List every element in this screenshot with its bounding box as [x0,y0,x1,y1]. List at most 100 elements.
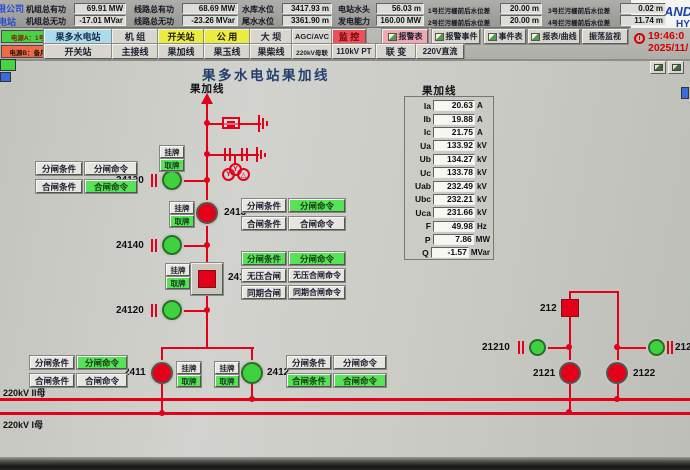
novolt-close-condition-241[interactable]: 无压合闸 [242,269,286,282]
tab-switchyard[interactable]: 开关站 [158,29,204,44]
disconnector-2122[interactable] [606,362,628,384]
ground-icon [256,147,258,162]
disconnector-21210[interactable] [529,339,546,356]
tag-off-button-2411[interactable]: 取牌 [177,375,201,387]
tab-interconnect-transformer[interactable]: 联 变 [376,44,416,59]
stat-label-line-p: 线路总有功 [134,4,174,15]
split-line [161,347,254,349]
open-condition-24130[interactable]: 分闸条件 [36,162,82,175]
tab-station-home[interactable]: 果多水电站 [44,29,112,44]
device-label-21210: 21210 [482,342,510,353]
button-oscillation-monitor[interactable]: 振荡监视 [582,29,628,44]
device-label-24140: 24140 [116,240,144,251]
stat-value-trashrack1: 20.00m [500,3,542,14]
tab-common[interactable]: 公 用 [204,29,250,44]
stat-label-trashrack4: 4号拦污栅前后水位差 [548,17,610,27]
close-command-2412[interactable]: 合闸命令 [334,374,386,387]
tab-guochai-line[interactable]: 果柴线 [250,44,292,59]
measurement-row: Ia20.63A [405,99,493,112]
open-command-2412[interactable]: 分闸命令 [334,356,386,369]
tab-monitor[interactable]: 监 控 [332,29,366,44]
junction-dot [566,409,572,415]
tab-units[interactable]: 机 组 [112,29,158,44]
line-2411-upper [161,349,163,363]
tab-dam[interactable]: 大 坝 [250,29,292,44]
left-edge-button-blue[interactable] [0,72,11,82]
measurement-field: 232.49 [433,181,475,192]
tab-110kv-pt[interactable]: 110kV PT [332,44,376,59]
close-condition-2412[interactable]: 合闸条件 [287,374,331,387]
quick-tool-2-icon [672,64,681,71]
breaker-241[interactable] [198,270,216,288]
open-condition-2412[interactable]: 分闸条件 [287,356,331,369]
measurement-field: 20.63 [433,100,475,111]
open-condition-2411[interactable]: 分闸条件 [30,356,74,369]
disconnector-24120[interactable] [162,300,182,320]
measurement-field: 21.75 [433,127,475,138]
stat-value-tailwater: 3361.90m [282,15,332,26]
terminal-icon [155,239,157,252]
breaker-212[interactable] [561,299,579,317]
measurement-row: F49.98Hz [405,220,493,233]
tab-220v-dc[interactable]: 220V直流 [416,44,464,59]
close-command-2413[interactable]: 合闸命令 [289,217,345,230]
terminal-icon [518,341,520,354]
open-command-2411[interactable]: 分闸命令 [77,356,127,369]
left-edge-button-green[interactable] [0,59,16,71]
novolt-close-command-241[interactable]: 无压合闸命令 [289,269,345,282]
tag-off-button-241[interactable]: 取牌 [166,277,190,289]
tag-on-button-2413[interactable]: 挂牌 [170,202,194,214]
right-edge-scroll-button[interactable] [681,87,689,99]
sync-close-condition-241[interactable]: 同期合闸 [242,286,286,299]
tab-agc-avc[interactable]: AGC/AVC [292,29,332,44]
disconnector-2412[interactable] [241,362,263,384]
tag-on-button-24130[interactable]: 挂牌 [160,146,184,158]
open-condition-241[interactable]: 分闸条件 [242,252,286,265]
close-condition-2413[interactable]: 合闸条件 [242,217,286,230]
open-condition-2413[interactable]: 分闸条件 [242,199,286,212]
pt-winding-icon: △ [237,168,250,181]
bus-i-line [0,412,690,415]
tag-on-button-2411[interactable]: 挂牌 [177,362,201,374]
close-command-2411[interactable]: 合闸命令 [77,374,127,387]
close-command-24130[interactable]: 合闸命令 [85,180,137,193]
bus-ii-line [0,398,690,401]
open-command-24130[interactable]: 分闸命令 [85,162,137,175]
disconnector-21220[interactable] [648,339,665,356]
junction-dot [614,344,620,350]
disconnector-2121[interactable] [559,362,581,384]
quick-tool-button-2[interactable] [668,61,684,74]
junction-dot [204,120,210,126]
disconnector-2411[interactable] [151,362,173,384]
tab-guojia-line[interactable]: 果加线 [158,44,204,59]
disconnector-24130[interactable] [162,170,182,190]
open-command-2413[interactable]: 分闸命令 [289,199,345,212]
button-alarm-table[interactable]: 报警表 [382,29,428,44]
toolbar-separator [0,59,690,61]
disconnector-24140[interactable] [162,235,182,255]
stat-value-line-p: 68.69MW [182,3,238,14]
tab-main-wiring[interactable]: 主接线 [112,44,158,59]
tag-off-button-2413[interactable]: 取牌 [170,215,194,227]
stat-label-unit-q: 机组总无功 [26,16,66,27]
tab-220kv-buscoupler[interactable]: 220kV母联 [292,44,332,59]
button-report-curve[interactable]: 报表/曲线 [528,29,580,44]
tab-guoyu-line[interactable]: 果玉线 [204,44,250,59]
button-event-list[interactable]: 事件表 [484,29,526,44]
terminal-icon [667,341,669,354]
stat-label-tailwater: 尾水水位 [242,16,274,27]
capacitor-icon [246,148,248,161]
sync-close-command-241[interactable]: 同期合闸命令 [289,286,345,299]
close-condition-24130[interactable]: 合闸条件 [36,180,82,193]
open-command-241[interactable]: 分闸命令 [289,252,345,265]
tag-off-button-2412[interactable]: 取牌 [215,375,239,387]
tag-off-button-24130[interactable]: 取牌 [160,159,184,171]
stat-value-unit-q: -17.01MVar [74,15,126,26]
button-alarm-events[interactable]: 报警事件 [432,29,480,44]
breaker-2413[interactable] [196,202,218,224]
tag-on-button-241[interactable]: 挂牌 [166,264,190,276]
device-label-2411: 2411 [124,367,146,378]
tab-switchyard-page[interactable]: 开关站 [44,44,112,59]
quick-tool-button-1[interactable] [650,61,666,74]
tag-on-button-2412[interactable]: 挂牌 [215,362,239,374]
